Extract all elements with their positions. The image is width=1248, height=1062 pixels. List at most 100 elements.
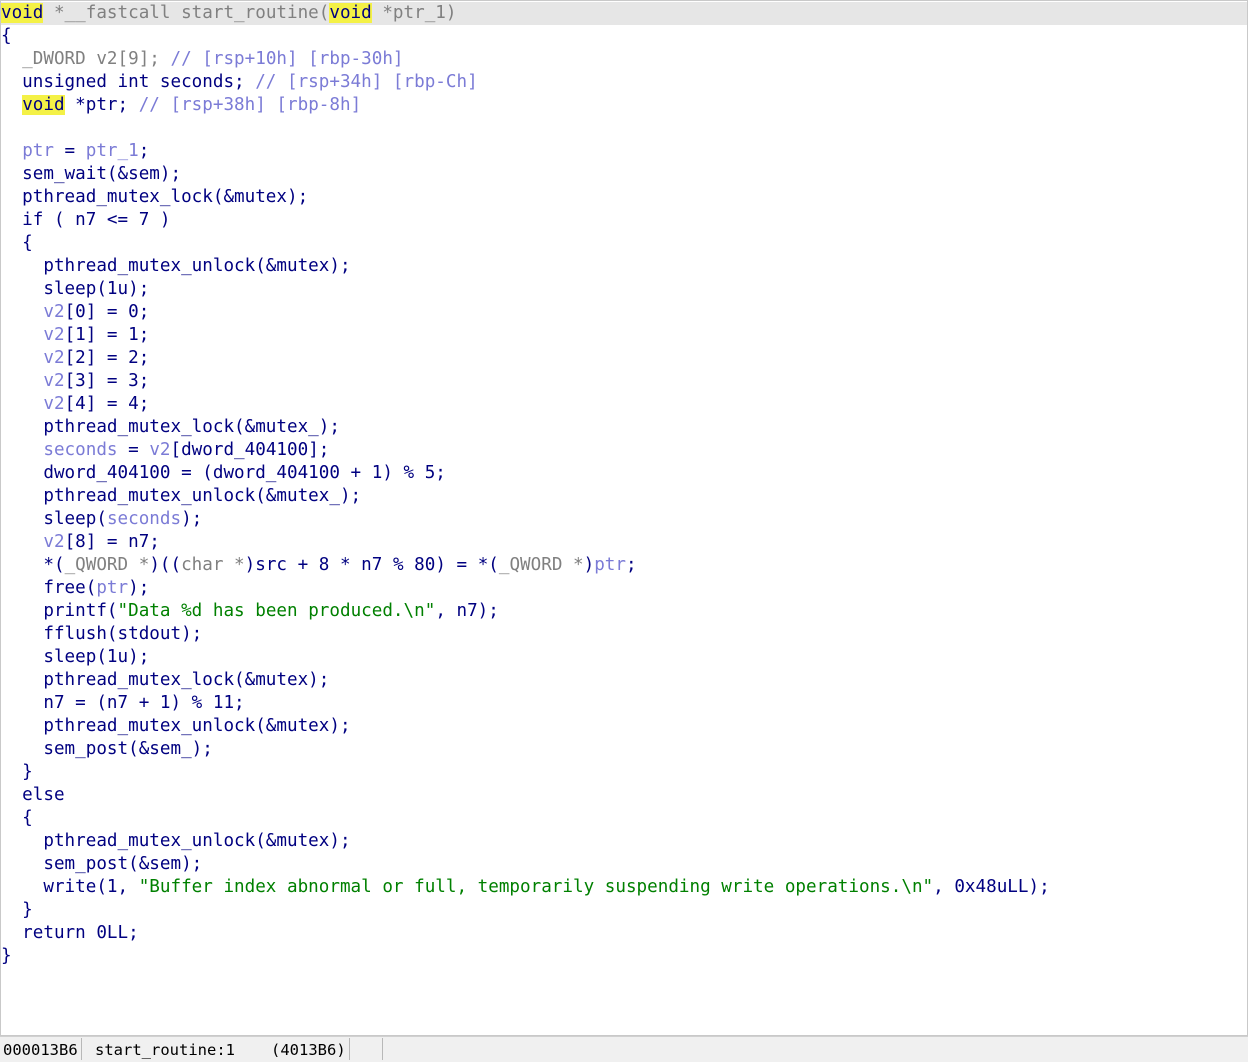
code-token[interactable]: =: [118, 440, 150, 460]
code-token[interactable]: [dword_404100];: [171, 440, 330, 460]
code-token[interactable]: ptr_1: [86, 141, 139, 161]
code-line[interactable]: pthread_mutex_lock(&mutex);: [1, 186, 308, 209]
code-token[interactable]: unsigned int seconds;: [1, 72, 255, 92]
code-token[interactable]: {: [1, 233, 33, 253]
code-token[interactable]: sem_post(&sem);: [1, 854, 202, 874]
code-token[interactable]: [1, 141, 22, 161]
code-token[interactable]: printf(: [1, 601, 117, 621]
pseudocode-view[interactable]: void *__fastcall start_routine(void *ptr…: [0, 0, 1248, 1036]
code-token[interactable]: pthread_mutex_lock(&mutex);: [1, 187, 308, 207]
code-token[interactable]: // [rsp+10h] [rbp-30h]: [170, 49, 403, 69]
code-token[interactable]: v2: [43, 302, 64, 322]
code-line[interactable]: pthread_mutex_unlock(&mutex_);: [1, 485, 361, 508]
code-token[interactable]: }: [1, 900, 33, 920]
code-line[interactable]: return 0LL;: [1, 922, 139, 945]
code-token[interactable]: v2: [43, 325, 64, 345]
code-token[interactable]: "Buffer index abnormal or full, temporar…: [139, 877, 933, 897]
code-token[interactable]: [1, 325, 43, 345]
code-line[interactable]: {: [1, 232, 33, 255]
code-token[interactable]: _QWORD *: [65, 555, 150, 575]
code-token[interactable]: pthread_mutex_unlock(&mutex_);: [1, 486, 361, 506]
code-token[interactable]: seconds: [43, 440, 117, 460]
code-line[interactable]: free(ptr);: [1, 577, 149, 600]
code-line[interactable]: v2[4] = 4;: [1, 393, 149, 416]
code-line[interactable]: v2[8] = n7;: [1, 531, 160, 554]
code-line[interactable]: sleep(1u);: [1, 278, 149, 301]
code-token[interactable]: , n7);: [435, 601, 499, 621]
code-line[interactable]: dword_404100 = (dword_404100 + 1) % 5;: [1, 462, 446, 485]
code-token[interactable]: pthread_mutex_lock(&mutex_);: [1, 417, 340, 437]
code-token[interactable]: )src + 8 * n7 % 80) = *(: [245, 555, 499, 575]
code-token[interactable]: if ( n7 <= 7 ): [1, 210, 170, 230]
code-token[interactable]: [1, 371, 43, 391]
code-line[interactable]: sleep(seconds);: [1, 508, 202, 531]
highlighted-keyword[interactable]: void: [1, 3, 44, 23]
code-token[interactable]: );: [181, 509, 202, 529]
code-token[interactable]: }: [1, 762, 33, 782]
code-line[interactable]: v2[2] = 2;: [1, 347, 149, 370]
code-token[interactable]: pthread_mutex_unlock(&mutex);: [1, 256, 350, 276]
code-token[interactable]: , 0x48uLL);: [933, 877, 1050, 897]
code-line[interactable]: *(_QWORD *)((char *)src + 8 * n7 % 80) =…: [1, 554, 636, 577]
code-token[interactable]: [2] = 2;: [65, 348, 150, 368]
code-token[interactable]: v2: [43, 371, 64, 391]
code-token[interactable]: {: [1, 26, 12, 46]
highlighted-keyword[interactable]: void: [22, 95, 65, 115]
code-line[interactable]: unsigned int seconds; // [rsp+34h] [rbp-…: [1, 71, 478, 94]
code-token[interactable]: [4] = 4;: [65, 394, 150, 414]
code-token[interactable]: write(1,: [1, 877, 139, 897]
code-line[interactable]: v2[0] = 0;: [1, 301, 149, 324]
code-line[interactable]: void *ptr; // [rsp+38h] [rbp-8h]: [1, 94, 361, 117]
highlighted-keyword[interactable]: void: [329, 3, 372, 23]
code-token[interactable]: dword_404100 = (dword_404100 + 1) % 5;: [1, 463, 446, 483]
code-line[interactable]: if ( n7 <= 7 ): [1, 209, 170, 232]
code-line[interactable]: }: [1, 945, 12, 968]
code-line[interactable]: pthread_mutex_unlock(&mutex);: [1, 255, 350, 278]
code-token[interactable]: )((: [149, 555, 181, 575]
code-token[interactable]: v2: [43, 348, 64, 368]
code-token[interactable]: pthread_mutex_unlock(&mutex);: [1, 831, 350, 851]
code-line[interactable]: {: [1, 25, 12, 48]
code-token[interactable]: =: [54, 141, 86, 161]
code-line[interactable]: }: [1, 761, 33, 784]
code-token[interactable]: *__fastcall start_routine(: [43, 3, 329, 23]
code-token[interactable]: // [rsp+34h] [rbp-Ch]: [255, 72, 477, 92]
code-token[interactable]: sleep(1u);: [1, 279, 149, 299]
code-line[interactable]: n7 = (n7 + 1) % 11;: [1, 692, 244, 715]
code-line[interactable]: seconds = v2[dword_404100];: [1, 439, 329, 462]
code-line[interactable]: ptr = ptr_1;: [1, 140, 149, 163]
code-line[interactable]: pthread_mutex_lock(&mutex_);: [1, 416, 340, 439]
code-token[interactable]: [0] = 0;: [65, 302, 150, 322]
code-token[interactable]: v2: [43, 532, 64, 552]
code-line[interactable]: v2[3] = 3;: [1, 370, 149, 393]
code-token[interactable]: }: [1, 946, 12, 966]
code-line[interactable]: else: [1, 784, 64, 807]
code-token[interactable]: ptr: [594, 555, 626, 575]
code-token[interactable]: pthread_mutex_lock(&mutex);: [1, 670, 329, 690]
code-line[interactable]: _DWORD v2[9]; // [rsp+10h] [rbp-30h]: [1, 48, 403, 71]
code-token[interactable]: "Data %d has been produced.\n": [118, 601, 436, 621]
code-token[interactable]: [1, 394, 43, 414]
code-token[interactable]: *(: [1, 555, 64, 575]
code-line[interactable]: printf("Data %d has been produced.\n", n…: [1, 600, 499, 623]
code-token[interactable]: ptr: [22, 141, 54, 161]
code-line[interactable]: pthread_mutex_unlock(&mutex);: [1, 715, 350, 738]
code-token[interactable]: [8] = n7;: [65, 532, 160, 552]
code-token[interactable]: sleep(1u);: [1, 647, 149, 667]
code-token[interactable]: [1, 302, 43, 322]
code-line[interactable]: }: [1, 899, 33, 922]
function-signature-line[interactable]: void *__fastcall start_routine(void *ptr…: [1, 2, 1247, 25]
code-token[interactable]: );: [128, 578, 149, 598]
code-line[interactable]: {: [1, 807, 33, 830]
code-token[interactable]: _QWORD *: [499, 555, 584, 575]
code-token[interactable]: seconds: [107, 509, 181, 529]
code-token[interactable]: *ptr_1): [372, 3, 456, 23]
code-token[interactable]: n7 = (n7 + 1) % 11;: [1, 693, 244, 713]
code-token[interactable]: _DWORD v2[9];: [1, 49, 170, 69]
code-token[interactable]: [1, 348, 43, 368]
code-token[interactable]: return 0LL;: [1, 923, 139, 943]
code-token[interactable]: [3] = 3;: [65, 371, 150, 391]
code-token[interactable]: else: [1, 785, 64, 805]
code-token[interactable]: ptr: [96, 578, 128, 598]
code-token[interactable]: [1] = 1;: [65, 325, 150, 345]
